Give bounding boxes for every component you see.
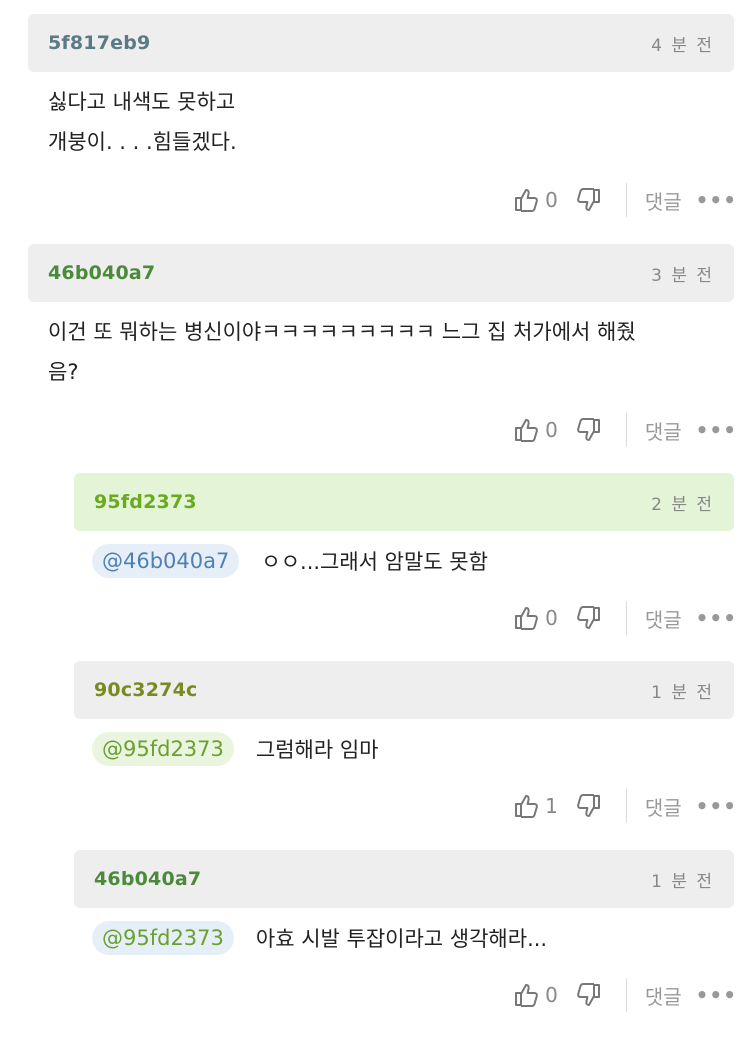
thumbs-up-icon[interactable] bbox=[513, 793, 539, 819]
reply-timestamp: 2 분 전 bbox=[651, 494, 714, 515]
comment-line: 싫다고 내색도 못하고 bbox=[48, 90, 236, 114]
like-count: 0 bbox=[545, 606, 558, 630]
comment-header: 5f817eb9 4 분 전 bbox=[28, 14, 734, 72]
reply-header: 46b040a7 1 분 전 bbox=[74, 850, 734, 908]
reply-button[interactable]: 댓글 bbox=[645, 604, 682, 633]
divider bbox=[625, 978, 627, 1012]
reply-timestamp: 1 분 전 bbox=[651, 871, 714, 892]
reply-text: 아효 시발 투잡이라고 생각해라... bbox=[255, 927, 548, 951]
more-options-button[interactable]: ••• bbox=[696, 188, 737, 212]
thumbs-up-icon[interactable] bbox=[513, 982, 539, 1008]
divider bbox=[625, 601, 627, 635]
more-options-button[interactable]: ••• bbox=[696, 418, 737, 442]
thumbs-up-icon[interactable] bbox=[513, 187, 539, 213]
comment-actions: 0 댓글 ••• bbox=[513, 410, 737, 450]
reply-actions: 0 댓글 ••• bbox=[513, 975, 737, 1015]
divider bbox=[625, 413, 627, 447]
divider bbox=[625, 183, 627, 217]
like-count: 1 bbox=[545, 794, 558, 818]
more-options-button[interactable]: ••• bbox=[696, 606, 737, 630]
reply-text: 그럼해라 임마 bbox=[255, 738, 379, 762]
like-count: 0 bbox=[545, 188, 558, 212]
comment-line: 이건 또 뭐하는 병신이야ㅋㅋㅋㅋㅋㅋㅋㅋㅋ 느그 집 처가에서 해줬 bbox=[48, 320, 636, 344]
thumbs-up-icon[interactable] bbox=[513, 417, 539, 443]
reply-author[interactable]: 46b040a7 bbox=[94, 868, 201, 890]
reply-button[interactable]: 댓글 bbox=[645, 792, 682, 821]
reply-header: 90c3274c 1 분 전 bbox=[74, 661, 734, 719]
reply-author[interactable]: 90c3274c bbox=[94, 679, 197, 701]
mention-tag[interactable]: @95fd2373 bbox=[92, 921, 234, 955]
thumbs-down-icon[interactable] bbox=[576, 417, 602, 443]
reply-button[interactable]: 댓글 bbox=[645, 416, 682, 445]
reply-body: @95fd2373 그럼해라 임마 bbox=[92, 728, 379, 770]
like-count: 0 bbox=[545, 983, 558, 1007]
thumbs-down-icon[interactable] bbox=[576, 605, 602, 631]
more-options-button[interactable]: ••• bbox=[696, 794, 737, 818]
more-options-button[interactable]: ••• bbox=[696, 983, 737, 1007]
reply-button[interactable]: 댓글 bbox=[645, 981, 682, 1010]
like-count: 0 bbox=[545, 418, 558, 442]
reply-text: ㅇㅇ...그래서 암말도 못함 bbox=[261, 550, 488, 574]
comment-line: 음? bbox=[48, 360, 79, 384]
reply-body: @46b040a7 ㅇㅇ...그래서 암말도 못함 bbox=[92, 540, 488, 582]
comment-header: 46b040a7 3 분 전 bbox=[28, 244, 734, 302]
thumbs-down-icon[interactable] bbox=[576, 982, 602, 1008]
thumbs-down-icon[interactable] bbox=[576, 187, 602, 213]
reply-header: 95fd2373 2 분 전 bbox=[74, 473, 734, 531]
comment-author[interactable]: 5f817eb9 bbox=[48, 32, 150, 54]
comment-body: 싫다고 내색도 못하고 개붕이. . . .힘들겠다. bbox=[48, 82, 237, 162]
mention-tag[interactable]: @46b040a7 bbox=[92, 544, 240, 578]
reply-actions: 0 댓글 ••• bbox=[513, 598, 737, 638]
comment-author[interactable]: 46b040a7 bbox=[48, 262, 155, 284]
comment-actions: 0 댓글 ••• bbox=[513, 180, 737, 220]
comment-timestamp: 4 분 전 bbox=[651, 35, 714, 56]
comment-body: 이건 또 뭐하는 병신이야ㅋㅋㅋㅋㅋㅋㅋㅋㅋ 느그 집 처가에서 해줬 음? bbox=[48, 312, 738, 392]
comment-line: 개붕이. . . .힘들겠다. bbox=[48, 130, 237, 154]
thumbs-down-icon[interactable] bbox=[576, 793, 602, 819]
reply-timestamp: 1 분 전 bbox=[651, 682, 714, 703]
reply-button[interactable]: 댓글 bbox=[645, 186, 682, 215]
reply-author[interactable]: 95fd2373 bbox=[94, 491, 197, 513]
divider bbox=[625, 789, 627, 823]
reply-actions: 1 댓글 ••• bbox=[513, 786, 737, 826]
reply-body: @95fd2373 아효 시발 투잡이라고 생각해라... bbox=[92, 917, 547, 959]
thumbs-up-icon[interactable] bbox=[513, 605, 539, 631]
mention-tag[interactable]: @95fd2373 bbox=[92, 732, 234, 766]
comment-timestamp: 3 분 전 bbox=[651, 265, 714, 286]
